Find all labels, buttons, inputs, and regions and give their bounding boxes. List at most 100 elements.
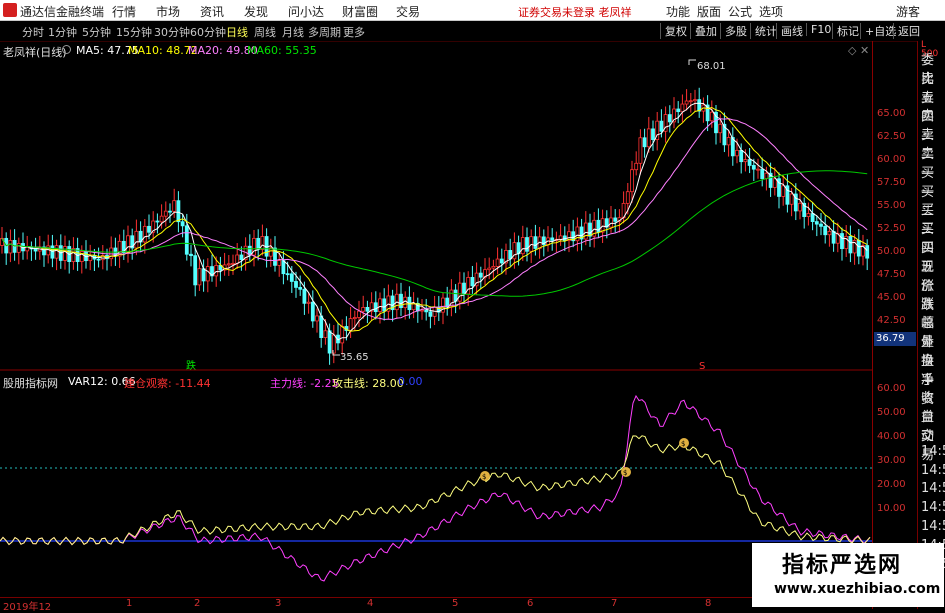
period-30min[interactable]: 30分钟 [154, 24, 190, 40]
candle-body [302, 288, 307, 304]
period-more[interactable]: 更多 [343, 24, 365, 40]
candle-body [289, 273, 294, 282]
biaoji-button[interactable]: 标记 [832, 23, 863, 39]
candle-body [8, 240, 13, 254]
candle-body [499, 258, 504, 264]
kline-chart[interactable]: 68.01 35.65 跌 S $ $ $ [0, 41, 872, 597]
menu-zixun[interactable]: 资讯 [200, 3, 224, 20]
candle-body [810, 213, 815, 222]
candle-body [865, 245, 870, 259]
period-monthly[interactable]: 月线 [282, 24, 304, 40]
sub-tick: 50.00 [877, 407, 906, 418]
candle-body [760, 168, 765, 179]
period-1min[interactable]: 1分钟 [48, 24, 77, 40]
price-tick: 65.00 [877, 108, 906, 119]
candle-body [684, 100, 689, 105]
period-toolbar: 分时 1分钟 5分钟 15分钟 30分钟 60分钟 日线 周线 月线 多周期 更… [0, 21, 945, 42]
sub-tick: 30.00 [877, 455, 906, 466]
date-tick: 1 [126, 598, 133, 609]
candle-body [856, 239, 861, 257]
menu-gongshi[interactable]: 公式 [728, 3, 752, 20]
period-multi[interactable]: 多周期 [308, 24, 341, 40]
period-weekly[interactable]: 周线 [254, 24, 276, 40]
guest-button[interactable]: 游客 [896, 3, 920, 20]
candle-body [680, 103, 685, 113]
period-15min[interactable]: 15分钟 [116, 24, 152, 40]
money-bag-icon: $ [679, 438, 689, 448]
candle-body [739, 149, 744, 163]
menu-xuanxiang[interactable]: 选项 [759, 3, 783, 20]
period-fenshi[interactable]: 分时 [22, 24, 44, 40]
menu-hangqing[interactable]: 行情 [112, 3, 136, 20]
candle-body [382, 298, 387, 312]
candle-body [789, 193, 794, 205]
candle-body [180, 221, 185, 227]
fuquan-button[interactable]: 复权 [660, 23, 691, 39]
sidebar-item[interactable]: 14:56 [921, 481, 945, 496]
menu-wenxiaoda[interactable]: 问小达 [288, 3, 324, 20]
candle-body [197, 268, 202, 286]
sidebar-item[interactable]: 14:56 [921, 519, 945, 534]
candle-body [172, 200, 177, 212]
menu-faxian[interactable]: 发现 [244, 3, 268, 20]
menu-caifuquan[interactable]: 财富圈 [342, 3, 378, 20]
menu-banmian[interactable]: 版面 [697, 3, 721, 20]
huaxian-button[interactable]: 画线 [776, 23, 807, 39]
f10-button[interactable]: F10 [806, 23, 835, 36]
candle-body [319, 315, 324, 338]
candle-body [294, 281, 298, 288]
candle-body [340, 326, 345, 344]
candle-body [709, 111, 714, 122]
candle-body [827, 231, 832, 236]
back-button[interactable]: 返回 [893, 23, 924, 39]
candle-body [495, 258, 500, 267]
date-tick: 2019年12 [3, 602, 52, 613]
candle-body [361, 306, 366, 312]
duogu-button[interactable]: 多股 [720, 23, 751, 39]
candle-body [256, 237, 261, 250]
sub-tick: 20.00 [877, 479, 906, 490]
candle-body [575, 226, 580, 242]
candle-body [33, 248, 38, 252]
candle-body [315, 315, 319, 322]
quote-sidebar: L 500 委比 卖五 卖四 卖三 卖二 卖一 买一 买二 买三 买四 买五 现价 涨跌 涨幅 总量 外盘 换手… [917, 41, 945, 609]
candle-body [630, 169, 634, 193]
candle-body [16, 243, 21, 253]
sub-tick: 40.00 [877, 431, 906, 442]
sidebar-item[interactable]: 14:56 [921, 463, 945, 478]
candle-body [163, 210, 168, 217]
candle-body [277, 260, 282, 266]
date-tick: 5 [452, 598, 459, 609]
candle-body [357, 310, 361, 318]
period-60min[interactable]: 60分钟 [190, 24, 226, 40]
watermark: 指标严选网 www.xuezhibiao.com [752, 543, 944, 607]
candle-body [323, 330, 328, 338]
candle-body [756, 168, 760, 171]
svg-text:$: $ [681, 440, 685, 448]
candle-body [487, 267, 492, 271]
diejia-button[interactable]: 叠加 [690, 23, 721, 39]
login-notice[interactable]: 证券交易未登录 老凤祥 [518, 4, 632, 20]
candle-body [378, 298, 382, 313]
candle-body [96, 258, 101, 261]
candle-body [310, 301, 315, 322]
candle-body [491, 266, 496, 269]
menu-jiaoyi[interactable]: 交易 [396, 3, 420, 20]
period-daily[interactable]: 日线 [226, 24, 248, 40]
menu-bar: 通达信金融终端 行情 市场 资讯 发现 问小达 财富圈 交易 证券交易未登录 老… [0, 0, 945, 21]
candle-body [848, 235, 853, 254]
candle-body [142, 225, 147, 243]
money-bag-icon: $ [621, 467, 631, 477]
menu-shichang[interactable]: 市场 [156, 3, 180, 20]
candle-body [306, 301, 311, 304]
candle-body [646, 128, 651, 148]
sidebar-item[interactable]: 14:56 [921, 500, 945, 515]
candle-body [667, 114, 672, 123]
candle-body [659, 120, 664, 132]
price-tick: 55.00 [877, 200, 906, 211]
menu-gongneng[interactable]: 功能 [666, 3, 690, 20]
candle-body [693, 99, 697, 102]
sidebar-item[interactable]: 14:56 [921, 444, 945, 459]
candle-body [751, 165, 756, 170]
period-5min[interactable]: 5分钟 [82, 24, 111, 40]
